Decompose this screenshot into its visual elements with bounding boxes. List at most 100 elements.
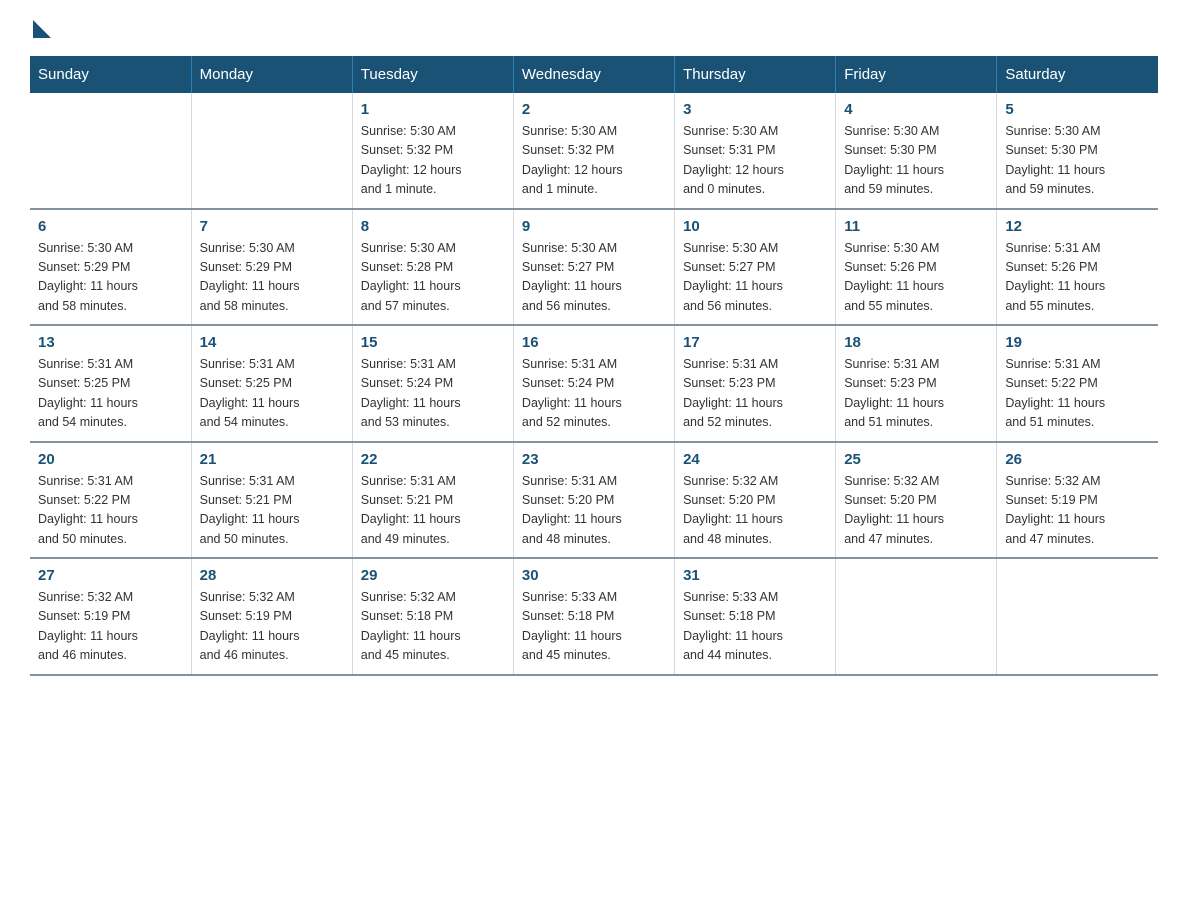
calendar-cell: [997, 558, 1158, 675]
weekday-header-wednesday: Wednesday: [513, 56, 674, 93]
day-info: Sunrise: 5:32 AMSunset: 5:20 PMDaylight:…: [844, 472, 988, 550]
page-header: [30, 20, 1158, 36]
calendar-cell: 21 Sunrise: 5:31 AMSunset: 5:21 PMDayligh…: [191, 442, 352, 559]
day-info: Sunrise: 5:31 AMSunset: 5:24 PMDaylight:…: [361, 355, 505, 433]
day-number: 12: [1005, 218, 1150, 235]
day-number: 31: [683, 567, 827, 584]
day-info: Sunrise: 5:31 AMSunset: 5:23 PMDaylight:…: [844, 355, 988, 433]
day-number: 3: [683, 101, 827, 118]
weekday-header-tuesday: Tuesday: [352, 56, 513, 93]
day-number: 30: [522, 567, 666, 584]
day-info: Sunrise: 5:32 AMSunset: 5:18 PMDaylight:…: [361, 588, 505, 666]
calendar-cell: 30 Sunrise: 5:33 AMSunset: 5:18 PMDayligh…: [513, 558, 674, 675]
day-info: Sunrise: 5:30 AMSunset: 5:27 PMDaylight:…: [683, 239, 827, 317]
calendar-cell: 26 Sunrise: 5:32 AMSunset: 5:19 PMDayligh…: [997, 442, 1158, 559]
day-number: 7: [200, 218, 344, 235]
calendar-cell: 11 Sunrise: 5:30 AMSunset: 5:26 PMDayligh…: [836, 209, 997, 326]
day-number: 1: [361, 101, 505, 118]
calendar-cell: 20 Sunrise: 5:31 AMSunset: 5:22 PMDayligh…: [30, 442, 191, 559]
calendar-cell: 5 Sunrise: 5:30 AMSunset: 5:30 PMDaylight…: [997, 93, 1158, 209]
week-row-5: 27 Sunrise: 5:32 AMSunset: 5:19 PMDayligh…: [30, 558, 1158, 675]
day-info: Sunrise: 5:32 AMSunset: 5:20 PMDaylight:…: [683, 472, 827, 550]
day-number: 17: [683, 334, 827, 351]
day-info: Sunrise: 5:32 AMSunset: 5:19 PMDaylight:…: [38, 588, 183, 666]
calendar-cell: 17Sunrise: 5:31 AMSunset: 5:23 PMDayligh…: [675, 325, 836, 442]
day-number: 9: [522, 218, 666, 235]
day-number: 5: [1005, 101, 1150, 118]
logo-triangle-icon: [33, 20, 51, 38]
day-info: Sunrise: 5:30 AMSunset: 5:26 PMDaylight:…: [844, 239, 988, 317]
day-number: 16: [522, 334, 666, 351]
calendar-cell: 1 Sunrise: 5:30 AMSunset: 5:32 PMDaylight…: [352, 93, 513, 209]
day-number: 23: [522, 451, 666, 468]
calendar-cell: 9Sunrise: 5:30 AMSunset: 5:27 PMDaylight…: [513, 209, 674, 326]
calendar-cell: 4 Sunrise: 5:30 AMSunset: 5:30 PMDaylight…: [836, 93, 997, 209]
day-info: Sunrise: 5:31 AMSunset: 5:21 PMDaylight:…: [200, 472, 344, 550]
weekday-header-friday: Friday: [836, 56, 997, 93]
day-info: Sunrise: 5:30 AMSunset: 5:32 PMDaylight:…: [361, 122, 505, 200]
weekday-header-sunday: Sunday: [30, 56, 191, 93]
day-number: 25: [844, 451, 988, 468]
day-number: 22: [361, 451, 505, 468]
calendar-table: SundayMondayTuesdayWednesdayThursdayFrid…: [30, 56, 1158, 676]
calendar-cell: 18 Sunrise: 5:31 AMSunset: 5:23 PMDayligh…: [836, 325, 997, 442]
calendar-cell: [30, 93, 191, 209]
day-info: Sunrise: 5:30 AMSunset: 5:29 PMDaylight:…: [38, 239, 183, 317]
calendar-cell: 19Sunrise: 5:31 AMSunset: 5:22 PMDayligh…: [997, 325, 1158, 442]
day-info: Sunrise: 5:33 AMSunset: 5:18 PMDaylight:…: [683, 588, 827, 666]
calendar-cell: 6 Sunrise: 5:30 AMSunset: 5:29 PMDaylight…: [30, 209, 191, 326]
day-info: Sunrise: 5:30 AMSunset: 5:32 PMDaylight:…: [522, 122, 666, 200]
day-info: Sunrise: 5:30 AMSunset: 5:31 PMDaylight:…: [683, 122, 827, 200]
day-info: Sunrise: 5:30 AMSunset: 5:29 PMDaylight:…: [200, 239, 344, 317]
day-number: 14: [200, 334, 344, 351]
weekday-header-row: SundayMondayTuesdayWednesdayThursdayFrid…: [30, 56, 1158, 93]
day-info: Sunrise: 5:30 AMSunset: 5:28 PMDaylight:…: [361, 239, 505, 317]
calendar-cell: 8 Sunrise: 5:30 AMSunset: 5:28 PMDaylight…: [352, 209, 513, 326]
week-row-2: 6 Sunrise: 5:30 AMSunset: 5:29 PMDaylight…: [30, 209, 1158, 326]
weekday-header-thursday: Thursday: [675, 56, 836, 93]
day-number: 8: [361, 218, 505, 235]
day-number: 13: [38, 334, 183, 351]
week-row-3: 13 Sunrise: 5:31 AMSunset: 5:25 PMDayligh…: [30, 325, 1158, 442]
day-info: Sunrise: 5:31 AMSunset: 5:21 PMDaylight:…: [361, 472, 505, 550]
day-info: Sunrise: 5:31 AMSunset: 5:25 PMDaylight:…: [200, 355, 344, 433]
calendar-cell: 15 Sunrise: 5:31 AMSunset: 5:24 PMDayligh…: [352, 325, 513, 442]
day-number: 11: [844, 218, 988, 235]
day-number: 15: [361, 334, 505, 351]
calendar-cell: 3 Sunrise: 5:30 AMSunset: 5:31 PMDaylight…: [675, 93, 836, 209]
weekday-header-monday: Monday: [191, 56, 352, 93]
day-info: Sunrise: 5:31 AMSunset: 5:22 PMDaylight:…: [38, 472, 183, 550]
day-info: Sunrise: 5:33 AMSunset: 5:18 PMDaylight:…: [522, 588, 666, 666]
day-number: 21: [200, 451, 344, 468]
day-number: 6: [38, 218, 183, 235]
calendar-cell: [191, 93, 352, 209]
day-number: 20: [38, 451, 183, 468]
day-info: Sunrise: 5:32 AMSunset: 5:19 PMDaylight:…: [1005, 472, 1150, 550]
day-info: Sunrise: 5:31 AMSunset: 5:24 PMDaylight:…: [522, 355, 666, 433]
calendar-cell: [836, 558, 997, 675]
day-info: Sunrise: 5:32 AMSunset: 5:19 PMDaylight:…: [200, 588, 344, 666]
day-info: Sunrise: 5:30 AMSunset: 5:30 PMDaylight:…: [1005, 122, 1150, 200]
calendar-cell: 14 Sunrise: 5:31 AMSunset: 5:25 PMDayligh…: [191, 325, 352, 442]
day-number: 2: [522, 101, 666, 118]
logo: [30, 20, 58, 36]
day-number: 24: [683, 451, 827, 468]
week-row-1: 1 Sunrise: 5:30 AMSunset: 5:32 PMDaylight…: [30, 93, 1158, 209]
calendar-cell: 28 Sunrise: 5:32 AMSunset: 5:19 PMDayligh…: [191, 558, 352, 675]
calendar-cell: 10Sunrise: 5:30 AMSunset: 5:27 PMDayligh…: [675, 209, 836, 326]
day-number: 28: [200, 567, 344, 584]
day-info: Sunrise: 5:30 AMSunset: 5:30 PMDaylight:…: [844, 122, 988, 200]
day-info: Sunrise: 5:31 AMSunset: 5:20 PMDaylight:…: [522, 472, 666, 550]
calendar-cell: 25 Sunrise: 5:32 AMSunset: 5:20 PMDayligh…: [836, 442, 997, 559]
calendar-cell: 13Sunrise: 5:31 AMSunset: 5:25 PMDayligh…: [30, 325, 191, 442]
calendar-cell: 29 Sunrise: 5:32 AMSunset: 5:18 PMDayligh…: [352, 558, 513, 675]
calendar-cell: 16 Sunrise: 5:31 AMSunset: 5:24 PMDayligh…: [513, 325, 674, 442]
calendar-cell: 24 Sunrise: 5:32 AMSunset: 5:20 PMDayligh…: [675, 442, 836, 559]
day-number: 27: [38, 567, 183, 584]
day-number: 18: [844, 334, 988, 351]
day-number: 26: [1005, 451, 1150, 468]
calendar-cell: 31 Sunrise: 5:33 AMSunset: 5:18 PMDayligh…: [675, 558, 836, 675]
day-info: Sunrise: 5:31 AMSunset: 5:22 PMDaylight:…: [1005, 355, 1150, 433]
day-number: 4: [844, 101, 988, 118]
day-number: 29: [361, 567, 505, 584]
